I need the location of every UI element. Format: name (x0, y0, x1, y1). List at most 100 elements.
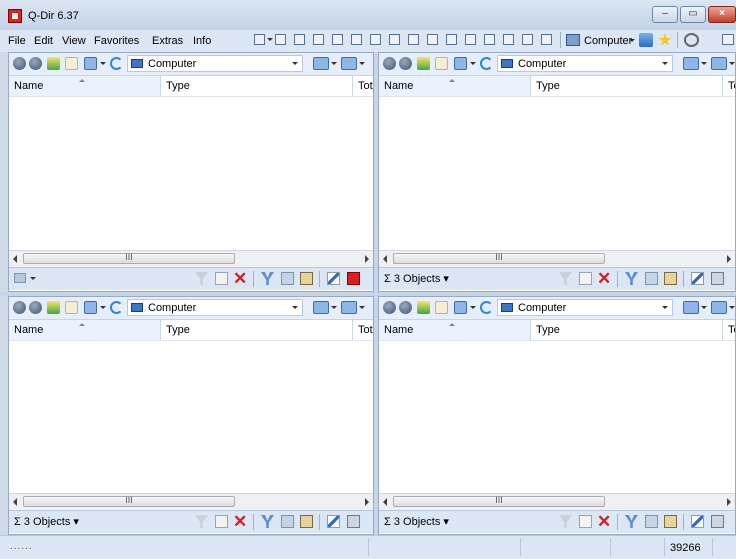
address-bar[interactable]: Computer (127, 299, 303, 316)
address-bar[interactable]: Computer (127, 55, 303, 72)
scroll-thumb[interactable]: III (393, 252, 605, 264)
scroll-right-icon[interactable] (727, 498, 731, 506)
chevron-down-icon[interactable] (470, 62, 476, 68)
new-file-icon[interactable] (579, 515, 592, 528)
paste-icon[interactable] (300, 272, 313, 285)
menu-file[interactable]: File (8, 35, 26, 47)
pane-select-icon[interactable] (711, 515, 724, 528)
chevron-down-icon[interactable] (701, 306, 707, 312)
chevron-down-icon[interactable] (662, 306, 668, 312)
active-pane-icon[interactable] (347, 272, 360, 285)
computer-nav-icon[interactable] (711, 57, 727, 70)
column-name[interactable]: Name (379, 320, 531, 340)
scroll-right-icon[interactable] (727, 255, 731, 263)
computer-button[interactable]: Computer (584, 35, 632, 47)
search-icon[interactable] (684, 33, 699, 47)
view-options-icon[interactable] (313, 57, 329, 70)
copy-icon[interactable] (645, 272, 658, 285)
column-name[interactable]: Name (379, 76, 531, 96)
chevron-down-icon[interactable] (629, 39, 635, 45)
refresh-icon[interactable] (480, 301, 493, 314)
scroll-thumb[interactable]: III (23, 252, 235, 264)
menu-edit[interactable]: Edit (34, 35, 53, 47)
cut-icon[interactable] (625, 515, 638, 528)
computer-nav-icon[interactable] (711, 301, 727, 314)
scroll-left-icon[interactable] (13, 498, 17, 506)
forward-icon[interactable] (29, 57, 42, 70)
maximize-button[interactable]: ▭ (680, 6, 706, 23)
layout-1-icon[interactable] (275, 34, 286, 45)
rename-icon[interactable] (327, 272, 340, 285)
column-type[interactable]: Type (161, 320, 353, 340)
filter-icon[interactable] (559, 272, 572, 285)
back-icon[interactable] (383, 301, 396, 314)
chevron-down-icon[interactable] (331, 306, 337, 312)
view-options-icon[interactable] (313, 301, 329, 314)
layout-13-icon[interactable] (503, 34, 514, 45)
chevron-down-icon[interactable] (30, 277, 36, 283)
view-options-icon[interactable] (683, 57, 699, 70)
delete-icon[interactable]: ✕ (597, 513, 611, 530)
address-bar[interactable]: Computer (497, 299, 673, 316)
filter-icon[interactable] (195, 515, 208, 528)
rename-icon[interactable] (691, 515, 704, 528)
column-type[interactable]: Type (531, 76, 723, 96)
column-name[interactable]: Name (9, 76, 161, 96)
computer-nav-icon[interactable] (341, 301, 357, 314)
filter-icon[interactable] (195, 272, 208, 285)
scroll-left-icon[interactable] (383, 498, 387, 506)
column-type[interactable]: Type (161, 76, 353, 96)
scroll-left-icon[interactable] (13, 255, 17, 263)
cut-icon[interactable] (625, 272, 638, 285)
new-file-icon[interactable] (579, 272, 592, 285)
extra-layout-icon[interactable] (722, 34, 734, 45)
layout-10-icon[interactable] (446, 34, 457, 45)
paste-icon[interactable] (664, 515, 677, 528)
rename-icon[interactable] (691, 272, 704, 285)
forward-icon[interactable] (399, 301, 412, 314)
up-folder-icon[interactable] (417, 301, 430, 314)
layout-7-icon[interactable] (389, 34, 400, 45)
horizontal-scrollbar[interactable]: III (9, 250, 373, 267)
column-total[interactable]: Tot (723, 76, 735, 96)
chevron-down-icon[interactable] (359, 306, 365, 312)
up-folder-icon[interactable] (47, 57, 60, 70)
refresh-icon[interactable] (480, 57, 493, 70)
layout-2-icon[interactable] (294, 34, 305, 45)
network-icon[interactable] (639, 33, 653, 47)
chevron-down-icon[interactable] (729, 62, 735, 68)
refresh-icon[interactable] (110, 301, 123, 314)
pane-menu-icon[interactable] (14, 273, 26, 283)
folder-icon[interactable] (435, 301, 448, 314)
horizontal-scrollbar[interactable]: III (9, 493, 373, 510)
object-count[interactable]: Σ 3 Objects ▾ (384, 515, 449, 528)
cut-icon[interactable] (261, 515, 274, 528)
folder-icon[interactable] (65, 57, 78, 70)
column-total[interactable]: Tot (353, 320, 373, 340)
paste-icon[interactable] (664, 272, 677, 285)
scroll-right-icon[interactable] (365, 498, 369, 506)
object-count[interactable]: Σ 3 Objects ▾ (384, 272, 449, 285)
chevron-down-icon[interactable] (292, 306, 298, 312)
close-button[interactable]: × (708, 6, 736, 23)
folder-icon[interactable] (435, 57, 448, 70)
layout-14-icon[interactable] (522, 34, 533, 45)
layout-12-icon[interactable] (484, 34, 495, 45)
layout-4-icon[interactable] (332, 34, 343, 45)
chevron-down-icon[interactable] (100, 306, 106, 312)
column-total[interactable]: Tot (353, 76, 373, 96)
chevron-down-icon[interactable] (359, 62, 365, 68)
chevron-down-icon[interactable] (470, 306, 476, 312)
chevron-down-icon[interactable] (331, 62, 337, 68)
layout-5-icon[interactable] (351, 34, 362, 45)
horizontal-scrollbar[interactable]: III (379, 493, 735, 510)
layout-menu-icon[interactable] (254, 34, 273, 45)
layout-8-icon[interactable] (408, 34, 419, 45)
view-mode-icon[interactable] (454, 57, 467, 70)
computer-nav-icon[interactable] (341, 57, 357, 70)
menu-favorites[interactable]: Favorites (94, 35, 139, 47)
copy-icon[interactable] (281, 515, 294, 528)
new-file-icon[interactable] (215, 515, 228, 528)
chevron-down-icon[interactable] (701, 62, 707, 68)
layout-11-icon[interactable] (465, 34, 476, 45)
